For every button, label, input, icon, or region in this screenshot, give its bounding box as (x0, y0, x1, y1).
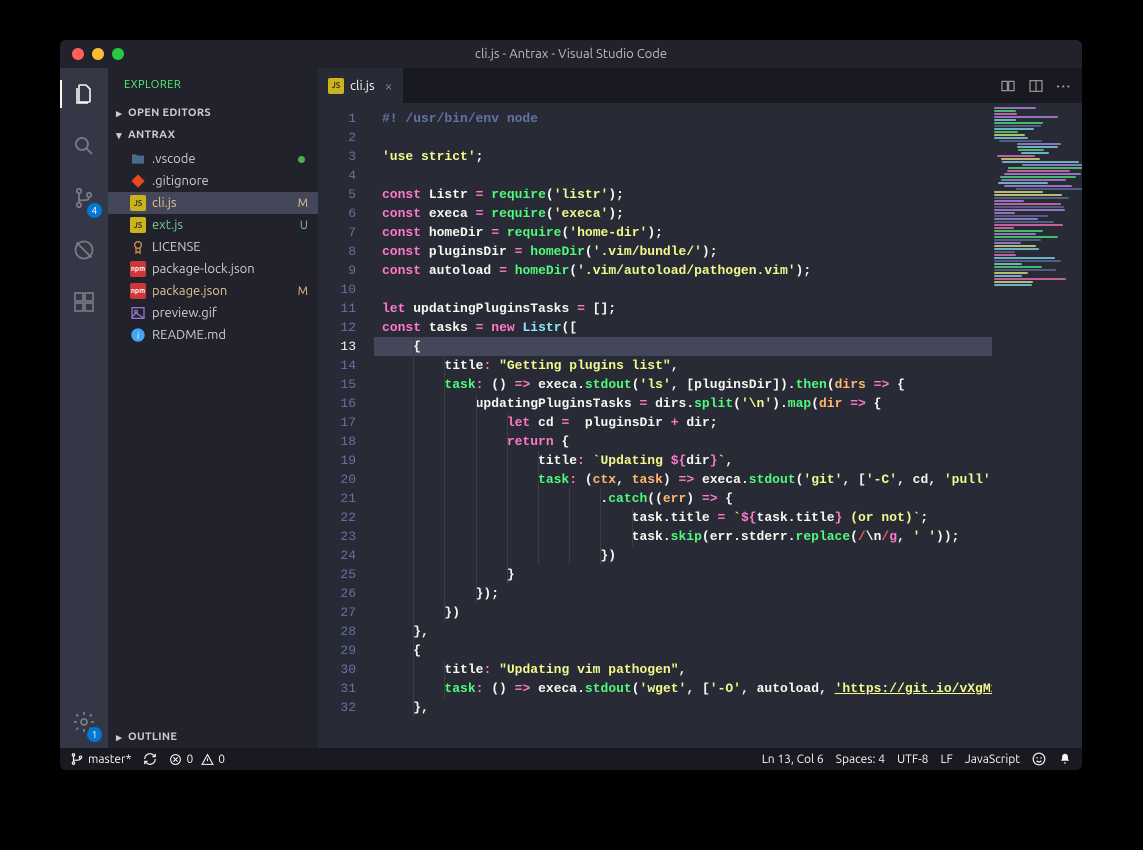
status-sync[interactable] (143, 752, 157, 766)
file-name: cli.js (152, 196, 177, 210)
chevron-down-icon: ▾ (114, 129, 124, 142)
scm-badge: 4 (87, 203, 102, 218)
js-icon: JS (328, 78, 344, 94)
status-spaces[interactable]: Spaces: 4 (836, 753, 885, 766)
status-bell[interactable] (1058, 752, 1072, 766)
search-icon (72, 134, 96, 158)
window-title: cli.js - Antrax - Visual Studio Code (60, 47, 1082, 61)
file-name: README.md (152, 328, 226, 342)
file-name: ext.js (152, 218, 183, 232)
code-content[interactable]: #! /usr/bin/env node 'use strict'; const… (374, 103, 992, 748)
error-icon (169, 753, 182, 766)
file-name: .vscode (152, 152, 196, 166)
editor-area: JS cli.js × ··· 123456789101112131415161… (318, 68, 1082, 748)
js-icon: JS (130, 217, 146, 233)
git-icon (130, 173, 146, 189)
close-window-button[interactable] (72, 48, 84, 60)
file-row[interactable]: preview.gif (108, 302, 318, 324)
activity-bar: 4 1 (60, 68, 108, 748)
npm-icon: npm (130, 261, 146, 277)
git-dot (298, 156, 305, 163)
sidebar: EXPLORER ▸ OPEN EDITORS ▾ ANTRAX .vscode… (108, 68, 318, 748)
status-language[interactable]: JavaScript (965, 753, 1020, 766)
js-icon: JS (130, 195, 146, 211)
status-branch[interactable]: master* (70, 752, 131, 766)
status-encoding[interactable]: UTF-8 (897, 753, 928, 766)
compare-icon[interactable] (1000, 78, 1016, 94)
smiley-icon (1032, 752, 1046, 766)
settings-gear[interactable]: 1 (60, 704, 108, 740)
file-row[interactable]: JS ext.js U (108, 214, 318, 236)
status-feedback[interactable] (1032, 752, 1046, 766)
settings-badge: 1 (87, 727, 102, 742)
file-row[interactable]: i README.md (108, 324, 318, 346)
file-row[interactable]: JS cli.js M (108, 192, 318, 214)
vscode-window: cli.js - Antrax - Visual Studio Code 4 (60, 40, 1082, 770)
status-problems[interactable]: 0 0 (169, 753, 225, 766)
file-tree: .vscode .gitignore JS cli.js M JS ext.js U LICEN… (108, 146, 318, 348)
extensions-tab[interactable] (60, 284, 108, 320)
editor-body: 1234567891011121314151617181920212223242… (318, 103, 1082, 748)
status-position[interactable]: Ln 13, Col 6 (762, 753, 824, 766)
tab-label: cli.js (350, 79, 375, 93)
file-name: package.json (152, 284, 227, 298)
file-name: LICENSE (152, 240, 201, 254)
search-tab[interactable] (60, 128, 108, 164)
git-status: M (298, 285, 308, 298)
file-name: package-lock.json (152, 262, 255, 276)
extensions-icon (72, 290, 96, 314)
file-row[interactable]: LICENSE (108, 236, 318, 258)
split-editor-icon[interactable] (1028, 78, 1044, 94)
file-row[interactable]: npm package-lock.json (108, 258, 318, 280)
close-tab-button[interactable]: × (385, 78, 393, 94)
project-label: ANTRAX (128, 129, 175, 141)
scm-tab[interactable]: 4 (60, 180, 108, 216)
minimap[interactable] (992, 103, 1082, 748)
warning-icon (201, 753, 214, 766)
info-icon: i (130, 327, 146, 343)
image-icon (130, 305, 146, 321)
git-status: M (298, 197, 308, 210)
line-gutter: 1234567891011121314151617181920212223242… (318, 103, 374, 748)
branch-icon (70, 752, 84, 766)
svg-text:i: i (137, 331, 140, 341)
debug-tab[interactable] (60, 232, 108, 268)
project-section[interactable]: ▾ ANTRAX (108, 124, 318, 146)
outline-label: OUTLINE (128, 731, 177, 743)
bell-icon (1058, 752, 1072, 766)
outline-section[interactable]: ▸ OUTLINE (108, 726, 318, 748)
minimize-window-button[interactable] (92, 48, 104, 60)
tab-bar: JS cli.js × ··· (318, 68, 1082, 103)
tab-cli-js[interactable]: JS cli.js × (318, 68, 404, 103)
git-status: U (300, 219, 308, 232)
status-eol[interactable]: LF (940, 753, 952, 766)
chevron-right-icon: ▸ (114, 107, 124, 120)
cert-icon (130, 239, 146, 255)
titlebar: cli.js - Antrax - Visual Studio Code (60, 40, 1082, 68)
open-editors-label: OPEN EDITORS (128, 107, 211, 119)
chevron-right-icon: ▸ (114, 731, 124, 744)
editor-actions: ··· (990, 68, 1082, 103)
npm-icon: npm (130, 283, 146, 299)
explorer-tab[interactable] (60, 76, 108, 112)
folder-icon (130, 151, 146, 167)
sync-icon (143, 752, 157, 766)
file-name: .gitignore (152, 174, 209, 188)
window-controls (72, 48, 124, 60)
bug-icon (72, 238, 96, 262)
more-actions-icon[interactable]: ··· (1056, 79, 1072, 93)
sidebar-title: EXPLORER (108, 68, 318, 102)
maximize-window-button[interactable] (112, 48, 124, 60)
file-row[interactable]: .vscode (108, 148, 318, 170)
open-editors-section[interactable]: ▸ OPEN EDITORS (108, 102, 318, 124)
file-name: preview.gif (152, 306, 217, 320)
files-icon (72, 82, 96, 106)
status-bar: master* 0 0 Ln 13, Col 6 Spaces: 4 UTF-8… (60, 748, 1082, 770)
file-row[interactable]: .gitignore (108, 170, 318, 192)
file-row[interactable]: npm package.json M (108, 280, 318, 302)
body: 4 1 EXPLORER ▸ OPEN EDITORS ▾ ANTRAX (60, 68, 1082, 748)
